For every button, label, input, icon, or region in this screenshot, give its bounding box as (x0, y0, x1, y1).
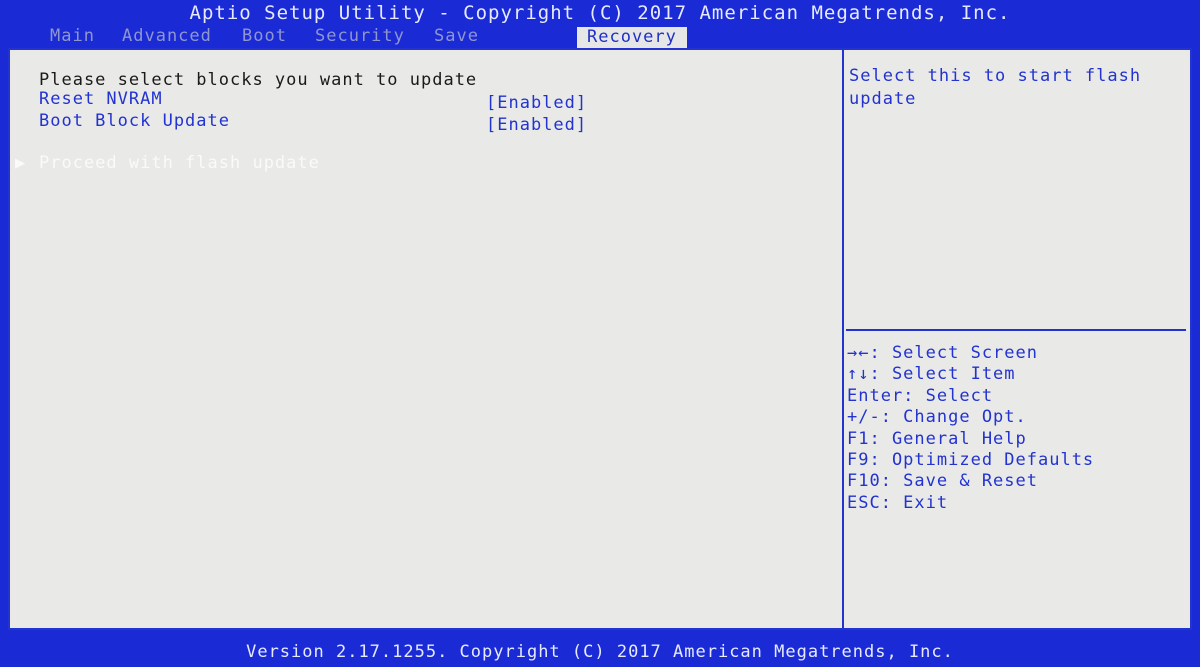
key-esc-exit: ESC: Exit (847, 492, 949, 513)
key-select-item: ↑↓: Select Item (847, 364, 1016, 385)
key-legend: →←: Select Screen ↑↓: Select Item Enter:… (847, 343, 1094, 514)
help-separator (846, 329, 1186, 331)
tab-recovery[interactable]: Recovery (577, 27, 687, 48)
section-description: Please select blocks you want to update (39, 70, 478, 90)
tab-main[interactable]: Main (50, 26, 95, 46)
boot-block-update-value[interactable]: [Enabled] (486, 115, 587, 135)
help-panel: Select this to start flash update →←: Se… (844, 50, 1190, 628)
tab-advanced[interactable]: Advanced (122, 26, 212, 46)
key-save-reset: F10: Save & Reset (847, 471, 1038, 492)
key-general-help: F1: General Help (847, 428, 1027, 449)
tab-save-exit[interactable]: Save & Exit (434, 26, 479, 86)
proceed-flash-update-label: Proceed with flash update (39, 153, 320, 173)
reset-nvram-label[interactable]: Reset NVRAM (39, 89, 163, 109)
settings-panel: Please select blocks you want to update … (10, 50, 842, 628)
key-enter-select: Enter: Select (847, 385, 994, 406)
boot-block-update-label[interactable]: Boot Block Update (39, 111, 230, 131)
proceed-flash-update-item[interactable]: ▶ Proceed with flash update (15, 153, 320, 173)
key-change-opt: +/-: Change Opt. (847, 407, 1027, 428)
main-frame: Please select blocks you want to update … (8, 48, 1192, 630)
key-select-screen: →←: Select Screen (847, 343, 1038, 363)
submenu-arrow-icon: ▶ (15, 153, 27, 173)
title-bar: Aptio Setup Utility - Copyright (C) 2017… (189, 2, 1011, 24)
version-footer: Version 2.17.1255. Copyright (C) 2017 Am… (246, 642, 954, 662)
tab-security[interactable]: Security (315, 26, 405, 46)
help-text: Select this to start flash update (849, 66, 1142, 109)
tab-boot[interactable]: Boot (242, 26, 287, 46)
key-optimized-defaults: F9: Optimized Defaults (847, 450, 1095, 471)
reset-nvram-value[interactable]: [Enabled] (486, 93, 587, 113)
